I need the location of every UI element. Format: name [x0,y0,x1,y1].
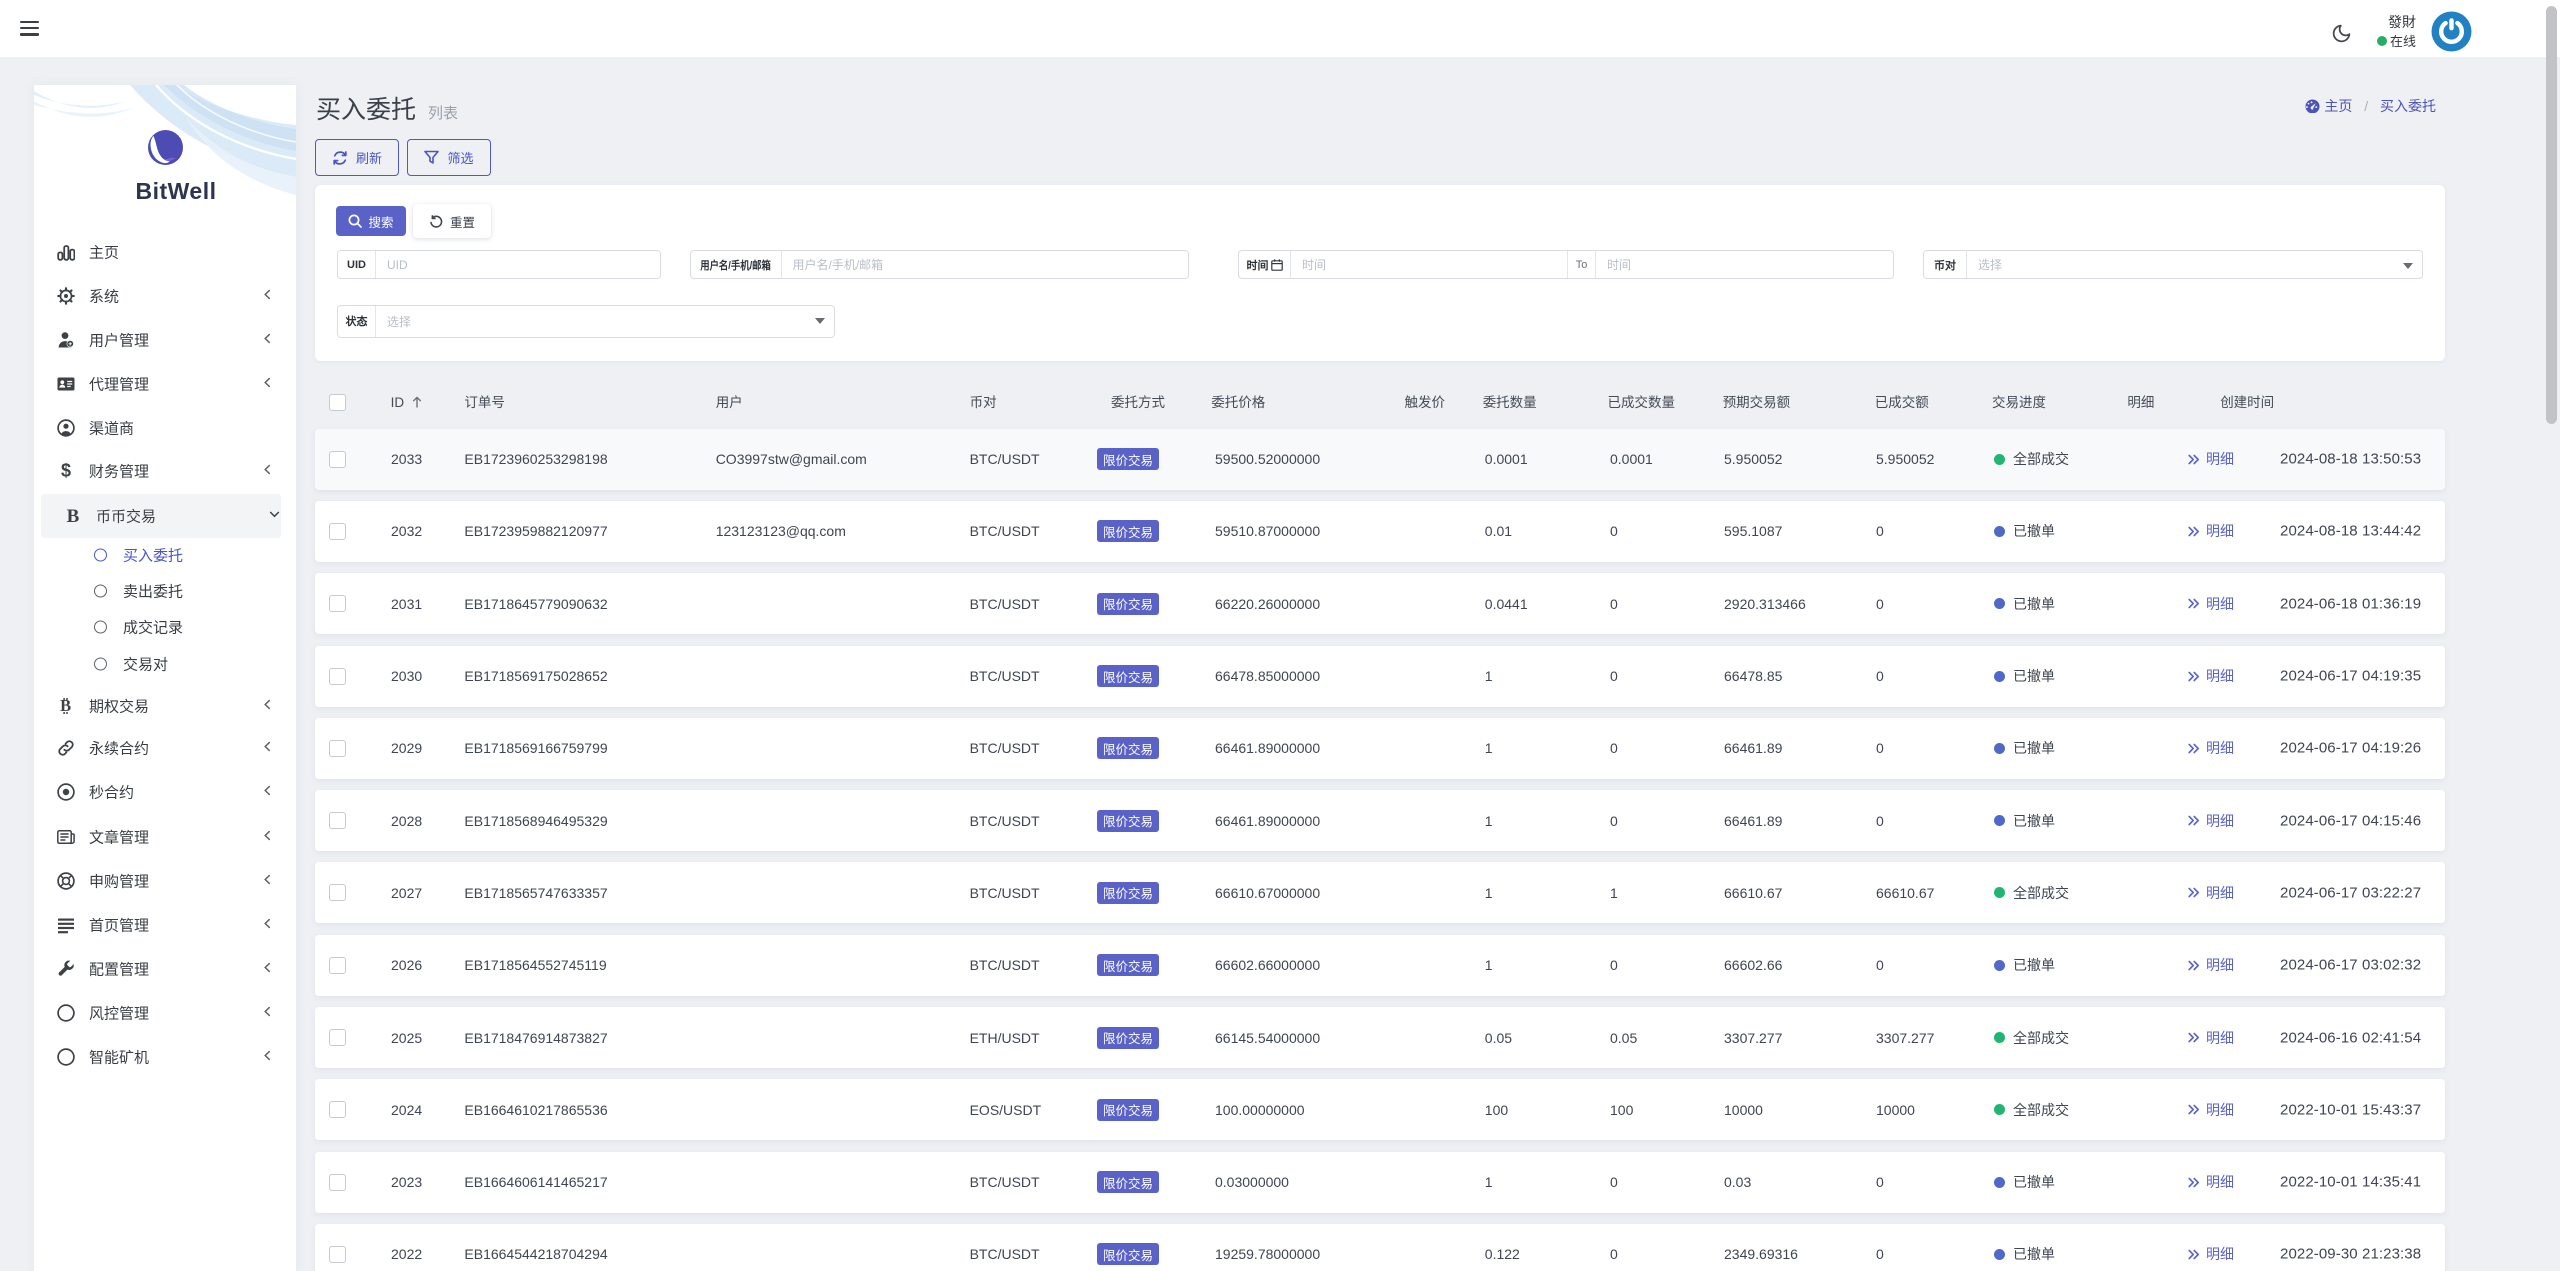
svg-text:B: B [67,507,80,525]
svg-text:$: $ [61,462,71,480]
svg-text:B: B [60,697,71,715]
